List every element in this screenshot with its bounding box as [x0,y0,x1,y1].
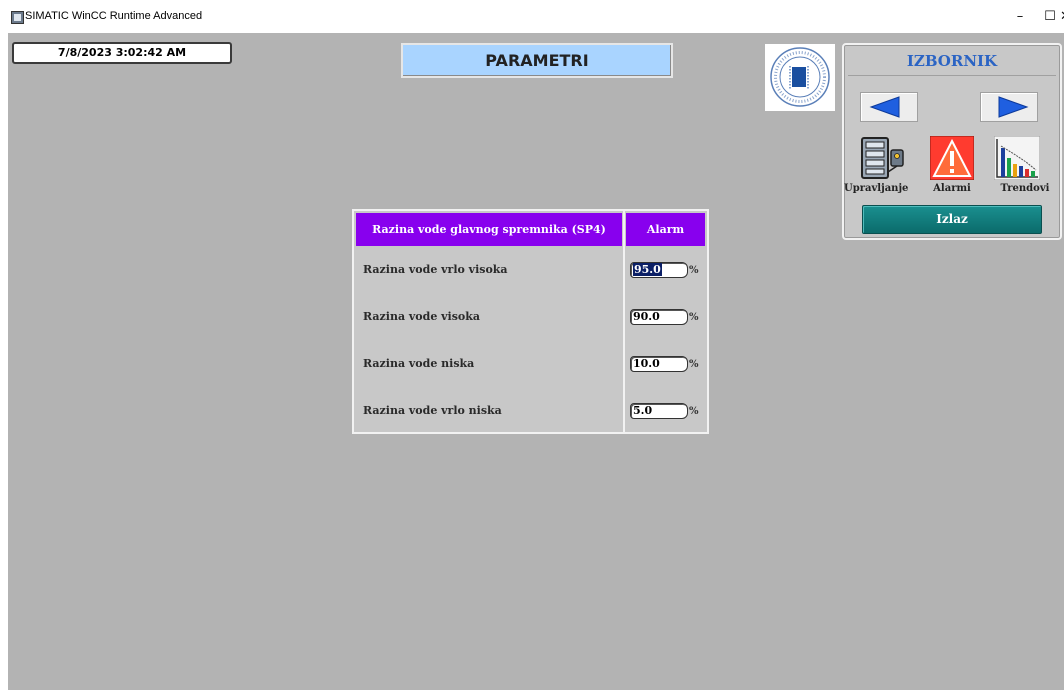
selected-value: 95.0 [633,263,662,276]
arrow-left-icon [869,96,900,118]
nav-previous-button[interactable] [860,92,918,122]
logo-seal-icon [770,47,830,107]
unit-label: % [689,265,699,276]
arrow-right-icon [998,96,1029,118]
menu-title: IZBORNIK [906,52,998,70]
parameter-table: Razina vode glavnog spremnika (SP4) Alar… [352,209,709,434]
unit-label: % [689,359,699,370]
alarmi-button[interactable] [929,135,975,181]
institution-logo [765,44,835,111]
minimize-button[interactable]: – [1005,6,1035,28]
window-titlebar: SIMATIC WinCC Runtime Advanced – ☐ ✕ [0,0,1064,33]
upravljanje-label: Upravljanje [844,183,909,194]
setpoint-low-input[interactable]: 10.0 [630,356,688,372]
setpoint-high-input[interactable]: 90.0 [630,309,688,325]
setpoint-very-high-input[interactable]: 95.0 [630,262,688,278]
menu-divider [848,75,1056,76]
unit-label: % [689,406,699,417]
alarmi-label: Alarmi [933,183,971,194]
row-label-very-low: Razina vode vrlo niska [363,404,502,417]
row-label-very-high: Razina vode vrlo visoka [363,263,508,276]
app-icon [11,11,24,24]
unit-label: % [689,312,699,323]
row-label-high: Razina vode visoka [363,310,480,323]
row-label-low: Razina vode niska [363,357,475,370]
trendovi-label: Trendovi [1000,183,1050,194]
window-title: SIMATIC WinCC Runtime Advanced [25,10,203,22]
column-divider [623,211,625,432]
trendovi-button[interactable] [993,135,1041,181]
upravljanje-button[interactable] [860,136,904,179]
table-header-alarm: Alarm [626,213,705,246]
warning-icon [929,135,975,181]
close-button[interactable]: ✕ [1060,6,1064,28]
nav-next-button[interactable] [980,92,1038,122]
control-panel-icon [861,137,904,179]
page-title: PARAMETRI [401,43,673,78]
table-header-name: Razina vode glavnog spremnika (SP4) [356,213,622,246]
setpoint-very-low-input[interactable]: 5.0 [630,403,688,419]
exit-button[interactable]: Izlaz [862,205,1042,234]
menu-panel: IZBORNIK Upravljanje Alarmi Trendovi Izl… [842,43,1062,240]
datetime-display: 7/8/2023 3:02:42 AM [12,42,232,64]
trend-chart-icon [993,135,1041,181]
